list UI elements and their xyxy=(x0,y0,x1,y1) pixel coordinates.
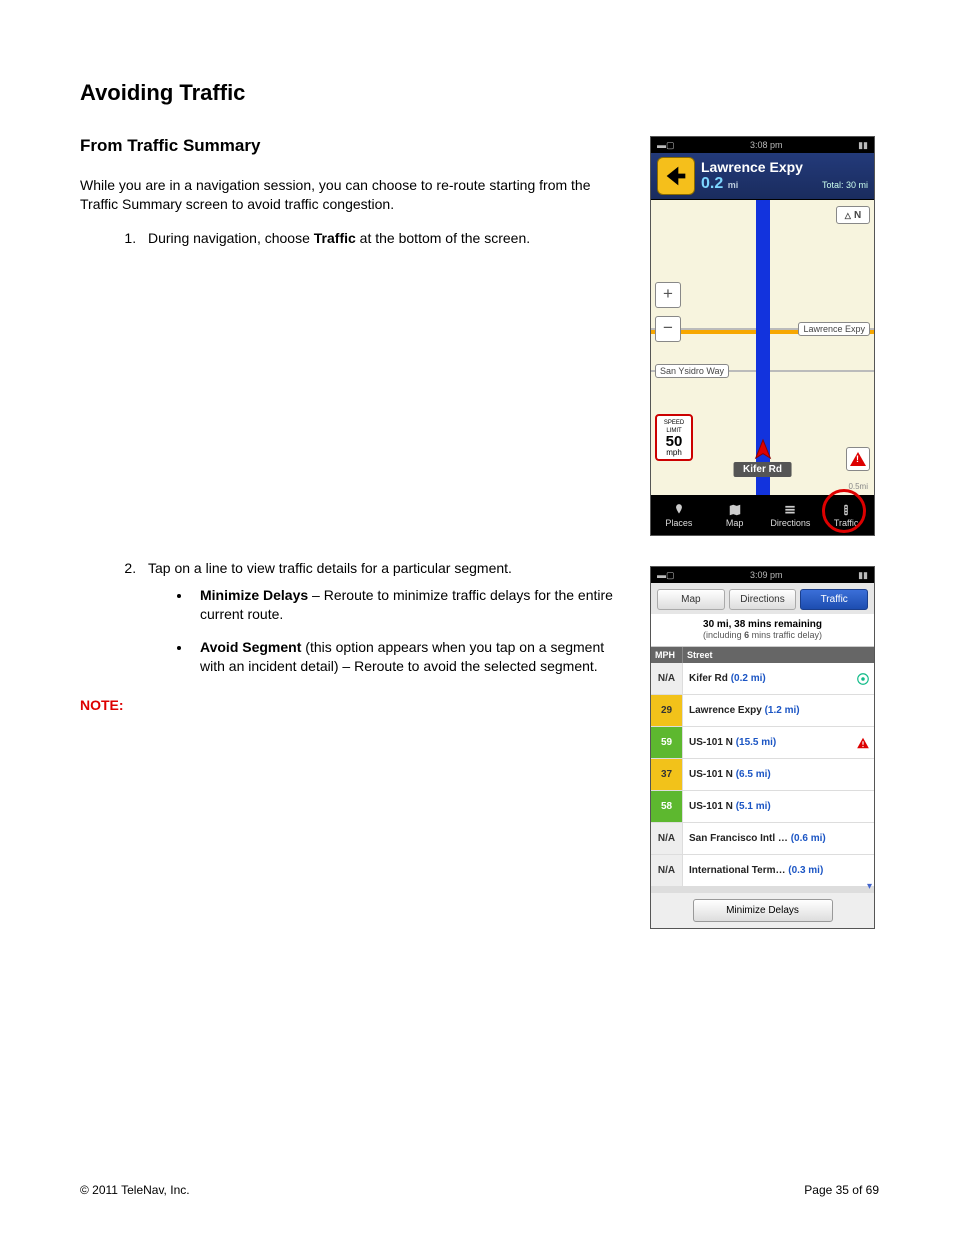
segment-row[interactable]: 29Lawrence Expy (1.2 mi) xyxy=(651,695,874,727)
top-tab-bar: Map Directions Traffic xyxy=(651,583,874,614)
segment-mph: N/A xyxy=(651,663,683,694)
segment-row[interactable]: 37US-101 N (6.5 mi) xyxy=(651,759,874,791)
segment-row[interactable]: N/ASan Francisco Intl … (0.6 mi) xyxy=(651,823,874,855)
traffic-alert-icon[interactable] xyxy=(846,447,870,471)
segment-mph: 37 xyxy=(651,759,683,790)
navigation-screenshot: ▬▢ 3:08 pm ▮▮ Lawrence Expy 0.2 mi Total… xyxy=(650,136,875,536)
list-header: MPH Street xyxy=(651,647,874,663)
list-icon xyxy=(783,503,797,517)
segment-mph: 59 xyxy=(651,727,683,758)
segment-distance: (0.2 mi) xyxy=(731,673,772,684)
segment-distance: (0.6 mi) xyxy=(791,833,832,844)
turn-left-icon xyxy=(657,157,695,195)
segment-name: Lawrence Expy (1.2 mi) xyxy=(683,705,856,716)
map-icon xyxy=(728,503,742,517)
tab2-map[interactable]: Map xyxy=(657,589,725,610)
segment-row[interactable]: N/AInternational Term… (0.3 mi) xyxy=(651,855,874,887)
map-area: + − △N Lawrence Expy San Ysidro Way SPEE… xyxy=(651,200,874,495)
bullet-minimize: Minimize Delays – Reroute to minimize tr… xyxy=(192,586,630,624)
remaining-summary: 30 mi, 38 mins remaining (including 6 mi… xyxy=(651,614,874,647)
traffic-list-screenshot: ▬▢ 3:09 pm ▮▮ Map Directions Traffic 30 … xyxy=(650,566,875,929)
status-bar: ▬▢ 3:08 pm ▮▮ xyxy=(651,137,874,153)
segment-name: International Term… (0.3 mi) xyxy=(683,865,856,876)
signal-icon: ▮▮ xyxy=(858,570,868,581)
compass-button[interactable]: △N xyxy=(836,206,870,224)
location-icon xyxy=(856,672,874,686)
tab-places[interactable]: Places xyxy=(651,495,707,535)
segment-name: US-101 N (6.5 mi) xyxy=(683,769,856,780)
page-title: Avoiding Traffic xyxy=(80,80,879,106)
battery-icon: ▬▢ xyxy=(657,140,675,151)
segment-distance: (0.3 mi) xyxy=(788,865,829,876)
map-label-lawrence: Lawrence Expy xyxy=(798,322,870,336)
signal-icon: ▮▮ xyxy=(858,140,868,151)
copyright: © 2011 TeleNav, Inc. xyxy=(80,1183,190,1197)
segment-name: Kifer Rd (0.2 mi) xyxy=(683,673,856,684)
page-footer: © 2011 TeleNav, Inc. Page 35 of 69 xyxy=(80,1183,879,1197)
bottom-tab-bar: Places Map Directions Traffic xyxy=(651,495,874,535)
segment-mph: 58 xyxy=(651,791,683,822)
segment-distance: (6.5 mi) xyxy=(736,769,777,780)
segment-distance: (1.2 mi) xyxy=(765,705,806,716)
traffic-icon xyxy=(839,503,853,517)
gps-position-icon xyxy=(752,438,774,463)
status-bar: ▬▢ 3:09 pm ▮▮ xyxy=(651,567,874,583)
segment-distance: (5.1 mi) xyxy=(736,801,777,812)
warning-icon xyxy=(856,736,874,750)
tab2-traffic[interactable]: Traffic xyxy=(800,589,868,610)
segment-row[interactable]: 59US-101 N (15.5 mi) xyxy=(651,727,874,759)
tab-map[interactable]: Map xyxy=(707,495,763,535)
battery-icon: ▬▢ xyxy=(657,570,675,581)
pin-icon xyxy=(672,503,686,517)
bullet-avoid: Avoid Segment (this option appears when … xyxy=(192,638,630,676)
segment-name: US-101 N (5.1 mi) xyxy=(683,801,856,812)
map-label-sanysidro: San Ysidro Way xyxy=(655,364,729,378)
minimize-delays-button[interactable]: Minimize Delays xyxy=(693,899,833,922)
segment-mph: 29 xyxy=(651,695,683,726)
step-2: Tap on a line to view traffic details fo… xyxy=(140,560,630,676)
note-label: NOTE: xyxy=(80,696,630,715)
page-number: Page 35 of 69 xyxy=(804,1183,879,1197)
intro-paragraph: While you are in a navigation session, y… xyxy=(80,176,630,214)
step-1: During navigation, choose Traffic at the… xyxy=(140,230,630,246)
segment-name: US-101 N (15.5 mi) xyxy=(683,737,856,748)
speed-limit-sign: SPEED LIMIT 50 mph xyxy=(655,414,693,461)
segment-row[interactable]: 58US-101 N (5.1 mi) xyxy=(651,791,874,823)
segment-distance: (15.5 mi) xyxy=(736,737,783,748)
segment-name: San Francisco Intl … (0.6 mi) xyxy=(683,833,856,844)
tab-traffic[interactable]: Traffic xyxy=(818,495,874,535)
tab-directions[interactable]: Directions xyxy=(763,495,819,535)
segment-row[interactable]: N/AKifer Rd (0.2 mi) xyxy=(651,663,874,695)
segment-list: N/AKifer Rd (0.2 mi)29Lawrence Expy (1.2… xyxy=(651,663,874,887)
nav-banner: Lawrence Expy 0.2 mi Total: 30 mi xyxy=(651,153,874,200)
segment-mph: N/A xyxy=(651,823,683,854)
zoom-out-button[interactable]: − xyxy=(655,316,681,342)
current-street-bar: Kifer Rd xyxy=(733,462,792,477)
tab2-directions[interactable]: Directions xyxy=(729,589,797,610)
zoom-in-button[interactable]: + xyxy=(655,282,681,308)
section-heading: From Traffic Summary xyxy=(80,136,630,156)
segment-mph: N/A xyxy=(651,855,683,886)
